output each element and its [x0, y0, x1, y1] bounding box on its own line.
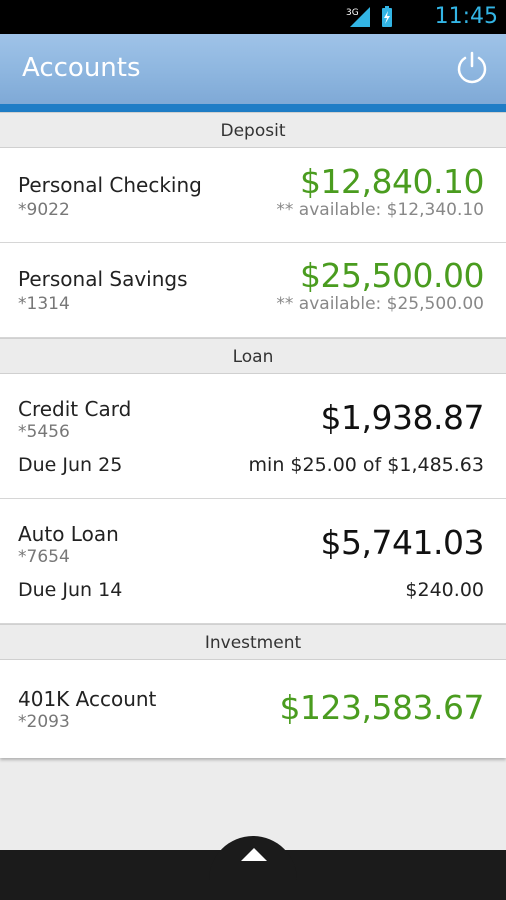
- available-balance: ** available: $12,340.10: [276, 200, 484, 220]
- section-header-investment: Investment: [0, 624, 506, 660]
- due-date: Due Jun 14: [18, 579, 123, 601]
- section-header-loan: Loan: [0, 338, 506, 374]
- status-time: 11:45: [434, 4, 498, 29]
- app-bar: Accounts: [0, 34, 506, 104]
- account-name: Auto Loan: [18, 522, 119, 546]
- account-number: *1314: [18, 294, 70, 314]
- account-balance: $25,500.00: [300, 256, 484, 295]
- chevron-up-icon: [241, 848, 267, 861]
- account-number: *5456: [18, 422, 70, 442]
- account-number: *7654: [18, 547, 70, 567]
- section-header-deposit: Deposit: [0, 112, 506, 148]
- due-date: Due Jun 25: [18, 454, 123, 476]
- account-number: *9022: [18, 200, 70, 220]
- logout-button[interactable]: [454, 50, 490, 86]
- account-row-personal-savings[interactable]: Personal Savings *1314 $25,500.00 ** ava…: [0, 243, 506, 338]
- account-balance: $123,583.67: [279, 688, 485, 727]
- payment-due: min $25.00 of $1,485.63: [248, 454, 484, 476]
- account-balance: $1,938.87: [320, 398, 485, 437]
- account-name: Personal Checking: [18, 173, 202, 197]
- account-balance: $12,840.10: [300, 162, 484, 201]
- accounts-list: Deposit Personal Checking *9022 $12,840.…: [0, 112, 506, 758]
- status-bar: 3G 11:45: [0, 0, 506, 34]
- account-balance: $5,741.03: [320, 523, 485, 562]
- account-name: Personal Savings: [18, 267, 188, 291]
- account-name: 401K Account: [18, 687, 157, 711]
- account-number: *2093: [18, 712, 70, 732]
- power-icon: [457, 51, 487, 84]
- payment-due: $240.00: [405, 579, 484, 601]
- account-row-personal-checking[interactable]: Personal Checking *9022 $12,840.10 ** av…: [0, 148, 506, 243]
- account-row-401k[interactable]: 401K Account *2093 $123,583.67: [0, 660, 506, 758]
- page-title: Accounts: [22, 53, 141, 83]
- available-balance: ** available: $25,500.00: [276, 294, 484, 314]
- account-row-auto-loan[interactable]: Auto Loan *7654 $5,741.03 Due Jun 14 $24…: [0, 499, 506, 624]
- network-type: 3G: [346, 8, 359, 18]
- app-bar-divider: [0, 104, 506, 112]
- account-row-credit-card[interactable]: Credit Card *5456 $1,938.87 Due Jun 25 m…: [0, 374, 506, 499]
- signal-icon: 3G: [346, 6, 392, 27]
- account-name: Credit Card: [18, 397, 132, 421]
- status-icons: 3G: [346, 5, 406, 29]
